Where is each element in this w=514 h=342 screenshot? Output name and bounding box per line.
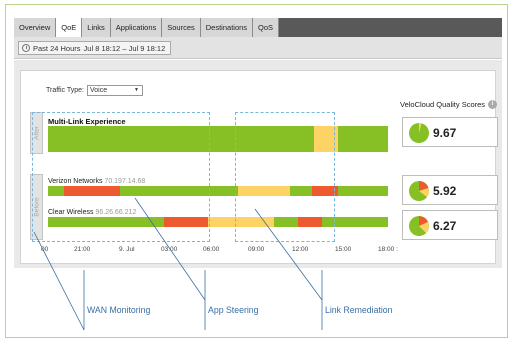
callout-link-remediation: Link Remediation <box>325 305 393 316</box>
callout-lines <box>33 197 323 331</box>
callout-wan-monitoring: WAN Monitoring <box>87 305 151 316</box>
callout-app-steering: App Steering <box>208 305 259 316</box>
